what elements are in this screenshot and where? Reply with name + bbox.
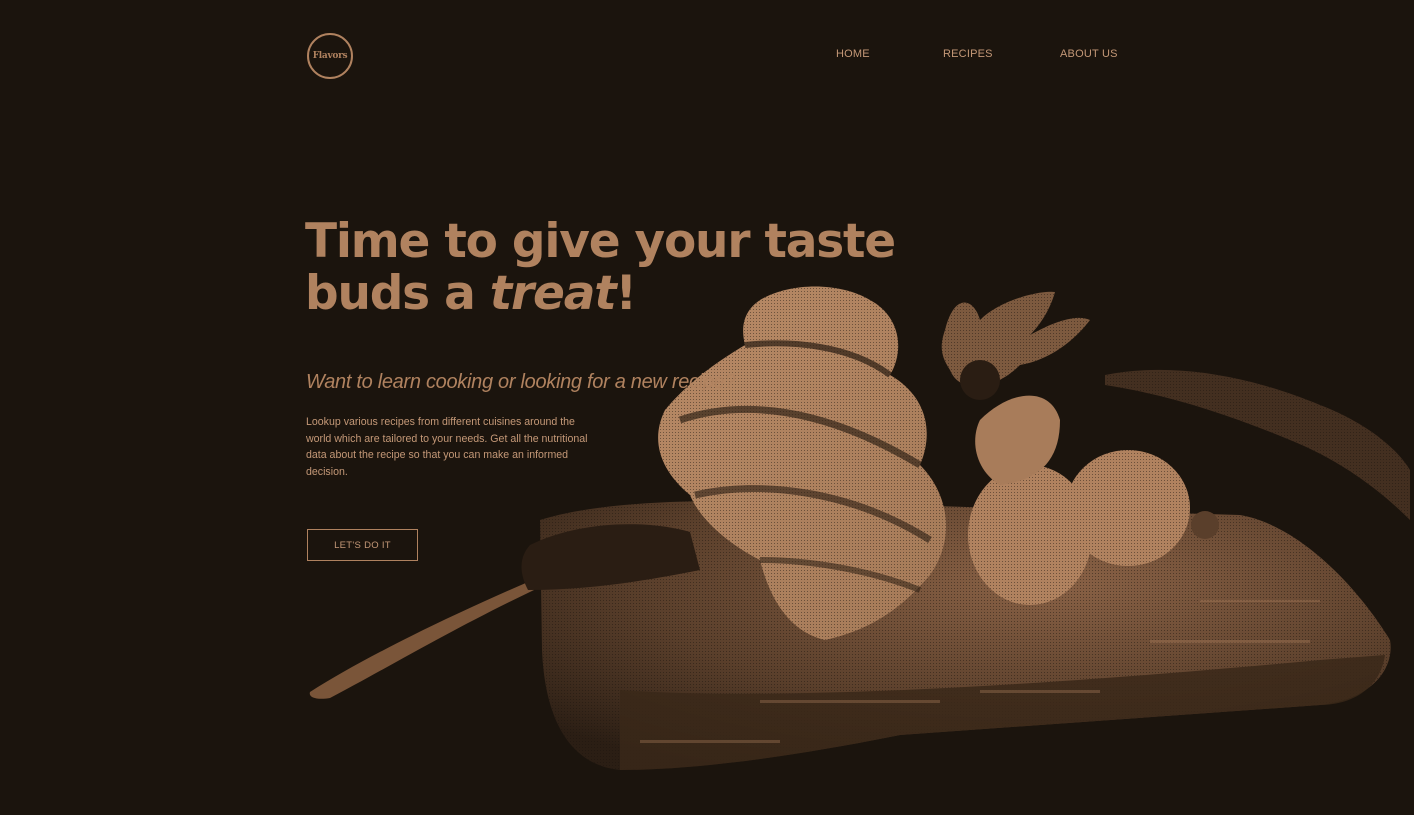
hero-food-image xyxy=(309,286,1410,770)
logo[interactable]: Flavors xyxy=(307,33,353,79)
knife xyxy=(309,582,534,699)
nav-link-home[interactable]: HOME xyxy=(836,48,870,60)
headline-suffix: ! xyxy=(615,266,636,321)
nav-link-recipes[interactable]: RECIPES xyxy=(943,48,993,60)
headline-line-2-prefix: buds a xyxy=(305,266,490,321)
hero-subheading: Want to learn cooking or looking for a n… xyxy=(306,371,736,393)
hero-headline: Time to give your taste buds a treat! xyxy=(305,216,925,320)
headline-line-1: Time to give your taste xyxy=(305,214,896,269)
hero-description: Lookup various recipes from different cu… xyxy=(306,416,588,479)
lets-do-it-button[interactable]: LET'S DO IT xyxy=(307,529,418,561)
berry xyxy=(960,360,1000,400)
headline-emphasis: treat xyxy=(489,266,617,321)
nav-link-about-us[interactable]: ABOUT US xyxy=(1060,48,1118,60)
